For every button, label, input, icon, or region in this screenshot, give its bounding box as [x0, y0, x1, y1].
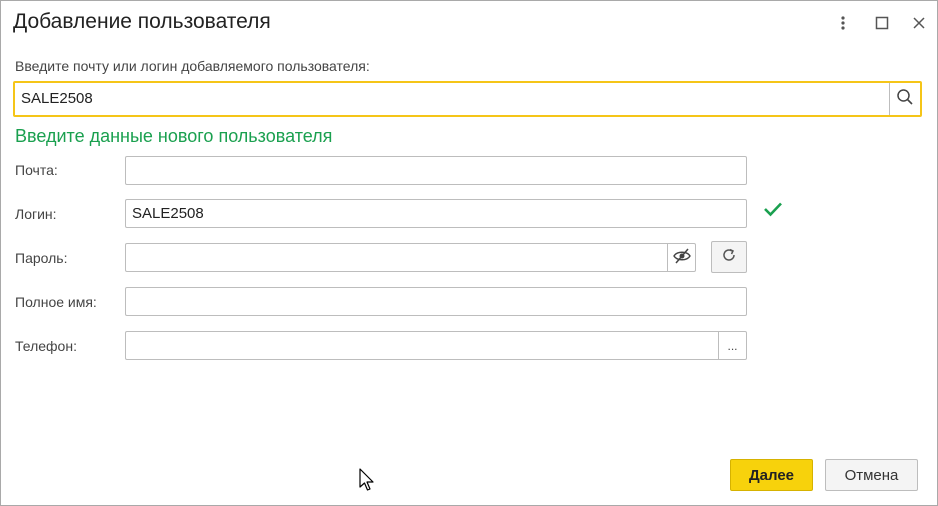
- search-icon: [896, 88, 914, 111]
- fullname-field[interactable]: [125, 287, 747, 316]
- phone-select-button[interactable]: ...: [718, 332, 746, 359]
- generate-password-button[interactable]: [711, 241, 747, 273]
- add-user-dialog: Добавление пользователя Введите почту ил…: [0, 0, 938, 506]
- maximize-icon[interactable]: [870, 11, 894, 35]
- toggle-password-visibility-button[interactable]: [667, 244, 695, 271]
- phone-field[interactable]: ...: [125, 331, 747, 360]
- password-field[interactable]: [125, 243, 696, 272]
- login-value: SALE2508: [132, 205, 204, 222]
- phone-label: Телефон:: [15, 338, 77, 354]
- next-button[interactable]: Далее: [730, 459, 813, 491]
- login-field[interactable]: SALE2508: [125, 199, 747, 228]
- more-options-icon[interactable]: [831, 11, 855, 35]
- mouse-cursor-icon: [359, 468, 375, 497]
- close-icon[interactable]: [907, 11, 931, 35]
- email-field[interactable]: [125, 156, 747, 185]
- login-valid-check-icon: [763, 201, 783, 222]
- section-title: Введите данные нового пользователя: [15, 126, 333, 146]
- search-button[interactable]: [889, 83, 920, 115]
- login-label: Логин:: [15, 206, 57, 222]
- search-label: Введите почту или логин добавляемого пол…: [15, 58, 370, 74]
- password-label: Пароль:: [15, 250, 68, 266]
- search-input[interactable]: [21, 90, 881, 107]
- eye-slash-icon: [672, 248, 692, 267]
- email-label: Почта:: [15, 162, 58, 178]
- refresh-icon: [721, 247, 737, 268]
- search-field[interactable]: [13, 81, 922, 117]
- cancel-button[interactable]: Отмена: [825, 459, 918, 491]
- dialog-title: Добавление пользователя: [13, 10, 271, 33]
- fullname-label: Полное имя:: [15, 294, 97, 310]
